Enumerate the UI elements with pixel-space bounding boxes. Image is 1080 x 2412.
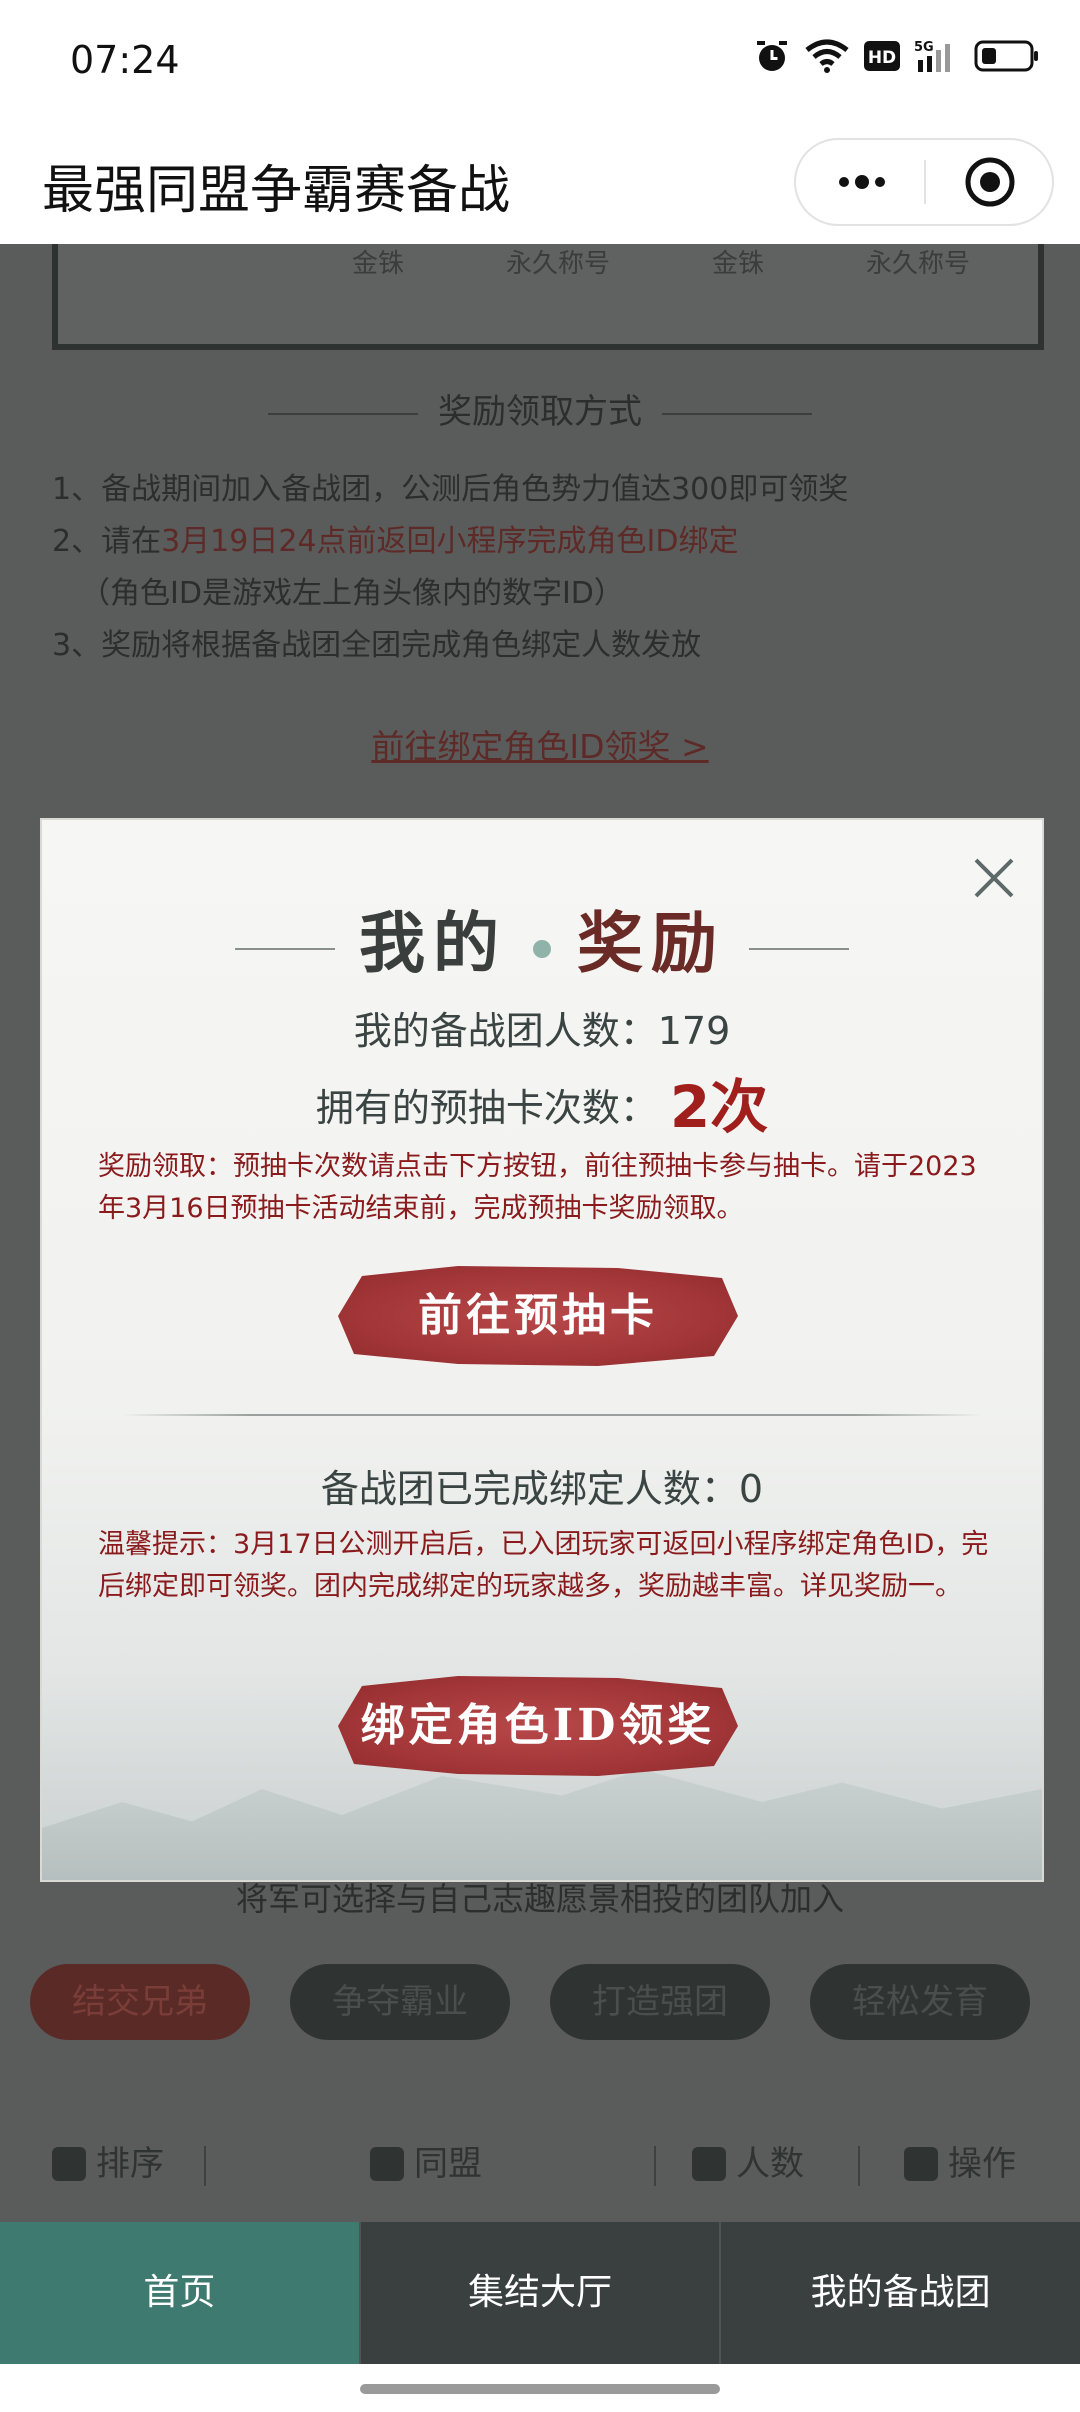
team-member-count: 我的备战团人数：179: [353, 1009, 731, 1053]
members-icon: [692, 2147, 726, 2181]
pre-draw-count: 拥有的预抽卡次数： 2次: [42, 1060, 1042, 1144]
header-sort[interactable]: 排序: [52, 2124, 164, 2204]
header-divider: [204, 2146, 206, 2186]
rule-text: 2、请在: [52, 524, 162, 559]
team-tag[interactable]: 轻松发育: [810, 1964, 1030, 2040]
title-decoration: [749, 948, 849, 950]
header-action: 操作: [904, 2124, 1016, 2204]
home-indicator[interactable]: [360, 2384, 720, 2394]
header-divider: [654, 2146, 656, 2186]
bottom-tabbar: 首页 集结大厅 我的备战团: [0, 2222, 1080, 2364]
heading-line: [268, 413, 418, 415]
wifi-icon: [805, 39, 849, 73]
title-decoration: [235, 948, 335, 950]
team-tag[interactable]: 结交兄弟: [30, 1964, 250, 2040]
sort-icon: [52, 2147, 86, 2181]
title-dot: [533, 940, 551, 958]
mini-program-titlebar: 最强同盟争霸赛备战: [0, 120, 1080, 244]
table-cell: 永久称号: [505, 249, 610, 279]
table-cell: 金铢: [351, 249, 404, 279]
signal-5g-icon: 5G: [914, 40, 950, 72]
go-pre-draw-button[interactable]: 前往预抽卡: [338, 1266, 738, 1366]
team-tag[interactable]: 争夺霸业: [290, 1964, 510, 2040]
reward-rules: 1、备战期间加入备战团，公测后角色势力值达300即可领奖 2、请在3月19日24…: [52, 464, 1032, 672]
more-options-icon[interactable]: [834, 166, 890, 198]
status-time: 07:24: [70, 38, 180, 82]
status-bar: 07:24 HD 5G: [0, 0, 1080, 120]
reward-rank-table: 金铢 永久称号 金铢 永久称号: [52, 244, 1044, 350]
my-rewards-modal: 我的 奖励 我的备战团人数：179 拥有的预抽卡次数： 2次 奖励领取：预抽卡次数请…: [40, 818, 1044, 1882]
close-miniprogram-icon[interactable]: [964, 156, 1016, 208]
rule-line: 3、奖励将根据备战团全团完成角色绑定人数发放: [52, 628, 702, 663]
team-tag[interactable]: 打造强团: [550, 1964, 770, 2040]
reward-claim-note: 奖励领取：预抽卡次数请点击下方按钮，前往预抽卡参与抽卡。请于2023年3月16日…: [98, 1151, 977, 1224]
action-icon: [904, 2147, 938, 2181]
svg-text:5G: 5G: [914, 40, 934, 55]
modal-divider: [122, 1414, 982, 1416]
section-heading-text: 奖励领取方式: [438, 392, 642, 432]
team-tag-list: 结交兄弟 争夺霸业 打造强团 轻松发育: [30, 1964, 1050, 2044]
section-heading: 奖励领取方式: [0, 384, 1080, 433]
battery-icon: [974, 40, 1038, 72]
svg-text:HD: HD: [868, 48, 896, 68]
title-part-1: 我的: [359, 904, 507, 982]
header-label: 人数: [736, 2144, 804, 2184]
gesture-area: [0, 2364, 1080, 2412]
capsule-menu: [794, 138, 1054, 226]
status-icons: HD 5G: [754, 38, 1040, 74]
table-cell: 金铢: [711, 249, 764, 279]
alliance-table-header: 排序 同盟 人数 操作: [0, 2124, 1080, 2204]
tab-my-team[interactable]: 我的备战团: [721, 2222, 1080, 2364]
alliance-icon: [370, 2147, 404, 2181]
title-part-2: 奖励: [577, 904, 725, 982]
heading-line: [662, 413, 812, 415]
bind-role-id-button[interactable]: 绑定角色ID领奖: [338, 1676, 738, 1776]
hd-icon: HD: [864, 41, 900, 71]
rule-line: 2、请在3月19日24点前返回小程序完成角色ID绑定: [52, 516, 1032, 568]
tab-gathering-hall[interactable]: 集结大厅: [360, 2222, 722, 2364]
header-alliance: 同盟: [370, 2124, 482, 2204]
header-label: 同盟: [414, 2144, 482, 2184]
tab-home[interactable]: 首页: [0, 2222, 361, 2364]
header-divider: [858, 2146, 860, 2186]
modal-title: 我的 奖励: [42, 890, 1042, 986]
rule-deadline: 3月19日24点前返回小程序完成角色ID绑定: [161, 524, 739, 559]
alarm-icon: [757, 41, 787, 71]
pre-draw-label: 拥有的预抽卡次数：: [315, 1086, 658, 1130]
rule-line: （角色ID是游戏左上角头像内的数字ID）: [80, 576, 624, 611]
header-members: 人数: [692, 2124, 804, 2204]
bound-member-count: 备战团已完成绑定人数：0: [320, 1467, 764, 1511]
pre-draw-value: 2次: [669, 1073, 769, 1141]
page-title: 最强同盟争霸赛备战: [42, 161, 511, 221]
header-label: 排序: [96, 2144, 164, 2184]
warm-tip-note: 温馨提示：3月17日公测开启后，已入团玩家可返回小程序绑定角色ID，完后绑定即可…: [98, 1529, 989, 1602]
table-cell: 永久称号: [865, 249, 970, 279]
rule-line: 1、备战期间加入备战团，公测后角色势力值达300即可领奖: [52, 472, 849, 507]
capsule-divider: [924, 160, 926, 204]
header-label: 操作: [948, 2144, 1016, 2184]
bind-role-link[interactable]: 前往绑定角色ID领奖 >: [0, 720, 1080, 768]
